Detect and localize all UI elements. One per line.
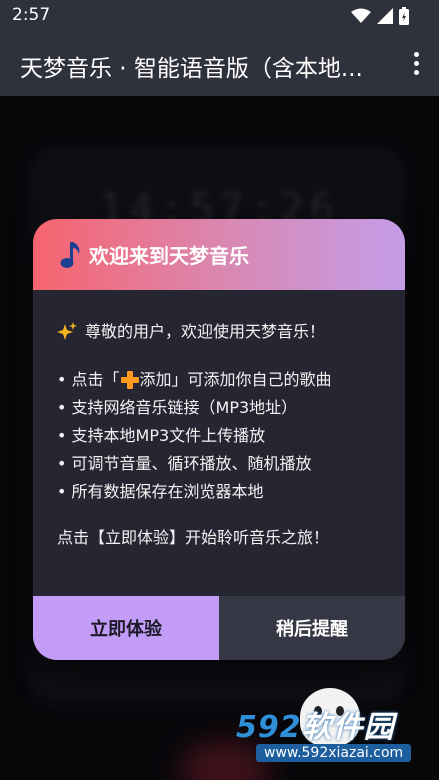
status-icons [351,7,409,25]
watermark-url: www.592xiazai.com [256,744,412,762]
list-item: • 可调节音量、循环播放、随机播放 [57,454,312,473]
dialog-title: 欢迎来到天梦音乐 [89,244,249,268]
dialog-body: 尊敬的用户，欢迎使用天梦音乐！ • 点击「 添加 」可添加你自己的歌曲 • 支持… [33,290,405,552]
welcome-dialog: 欢迎来到天梦音乐 尊敬的用户，欢迎使用天梦音乐！ • 点击「 添加 」可添加你自… [33,219,405,660]
plus-icon [120,371,139,389]
watermark-logo-text: 软件园 [301,710,395,745]
list-item: • 支持本地MP3文件上传播放 [57,426,266,445]
list-item-prefix: • 点击「 [57,370,120,389]
remind-later-button[interactable]: 稍后提醒 [219,596,405,660]
greeting-text: 尊敬的用户，欢迎使用天梦音乐！ [85,322,326,341]
more-vert-icon[interactable] [411,52,421,76]
wifi-icon [351,8,371,23]
try-now-button[interactable]: 立即体验 [33,596,219,660]
dialog-header: 欢迎来到天梦音乐 [33,219,405,290]
watermark-logo-number: 592 [236,710,302,745]
watermark-logo: 592软件园 [236,702,395,746]
list-item-suffix: 」可添加你自己的歌曲 [171,370,332,389]
dialog-buttons: 立即体验 稍后提醒 [33,596,405,660]
feature-list: • 点击「 添加 」可添加你自己的歌曲 • 支持网络音乐链接（MP3地址） • … [57,366,381,506]
app-title: 天梦音乐 · 智能语音版（含本地... [20,56,363,82]
signal-icon [377,8,393,24]
greeting-line: 尊敬的用户，欢迎使用天梦音乐！ [57,318,381,346]
list-item: • 点击「 添加 」可添加你自己的歌曲 [57,366,381,394]
battery-icon [399,7,409,25]
sparkle-icon [57,322,77,340]
music-note-icon [60,241,80,268]
status-bar: 2:57 [0,0,439,32]
list-item: • 支持网络音乐链接（MP3地址） [57,398,298,417]
status-time: 2:57 [12,5,51,25]
list-item: • 所有数据保存在浏览器本地 [57,482,264,501]
closing-text: 点击【立即体验】开始聆听音乐之旅！ [57,528,330,547]
list-item-add-label: 添加 [139,370,172,389]
app-bar: 天梦音乐 · 智能语音版（含本地... [0,32,439,96]
